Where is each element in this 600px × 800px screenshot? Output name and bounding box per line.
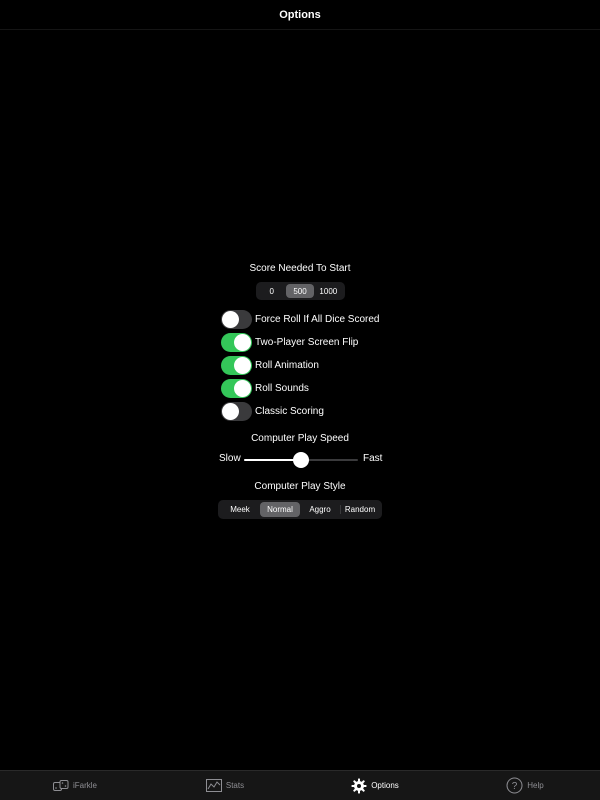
switch-knob <box>234 356 251 374</box>
slider-thumb[interactable] <box>293 452 309 468</box>
tab-ifarkle[interactable]: iFarkle <box>0 771 150 800</box>
tab-bar: iFarkle Stats Options ? Help <box>0 770 600 800</box>
options-panel: Score Needed To Start 0 500 1000 Force R… <box>0 262 600 519</box>
toggle-list: Force Roll If All Dice Scored Two-Player… <box>0 309 600 421</box>
score-needed-label: Score Needed To Start <box>249 263 351 274</box>
chart-icon <box>205 779 222 792</box>
roll-sounds-label: Roll Sounds <box>255 382 309 394</box>
switch-knob <box>222 310 239 328</box>
help-icon: ? <box>506 777 523 794</box>
roll-animation-switch[interactable] <box>221 355 252 375</box>
roll-animation-label: Roll Animation <box>255 359 319 371</box>
page-title: Options <box>279 8 321 21</box>
tab-label: Help <box>527 781 544 790</box>
score-option-500[interactable]: 500 <box>285 284 315 298</box>
score-option-1000[interactable]: 1000 <box>314 284 342 298</box>
screen-flip-label: Two-Player Screen Flip <box>255 336 359 348</box>
play-style-label: Computer Play Style <box>254 481 346 492</box>
play-speed-slider-row: Slow Fast <box>0 450 600 470</box>
style-option-meek[interactable]: Meek <box>220 502 260 517</box>
force-roll-switch[interactable] <box>221 309 252 329</box>
switch-knob <box>234 333 251 351</box>
toggle-row-classic-scoring: Classic Scoring <box>221 401 324 421</box>
slider-min-label: Slow <box>219 453 241 464</box>
svg-text:?: ? <box>512 781 518 792</box>
toggle-row-roll-animation: Roll Animation <box>221 355 319 375</box>
roll-sounds-switch[interactable] <box>221 378 252 398</box>
toggle-row-screen-flip: Two-Player Screen Flip <box>221 332 358 352</box>
score-segmented-control: 0 500 1000 <box>255 282 345 300</box>
gear-icon <box>351 778 367 794</box>
style-option-aggro[interactable]: Aggro <box>300 502 340 517</box>
force-roll-label: Force Roll If All Dice Scored <box>255 313 380 325</box>
tab-label: Stats <box>225 781 245 790</box>
play-speed-slider[interactable] <box>244 452 358 468</box>
navigation-bar: Options <box>0 0 600 30</box>
classic-scoring-label: Classic Scoring <box>255 405 324 417</box>
style-segmented-control: Meek Normal Aggro Random <box>218 500 382 519</box>
slider-max-label: Fast <box>363 453 383 464</box>
switch-knob <box>234 379 251 397</box>
screen-flip-switch[interactable] <box>221 332 252 352</box>
play-speed-label: Computer Play Speed <box>251 433 349 444</box>
style-option-normal[interactable]: Normal <box>260 502 300 517</box>
toggle-row-force-roll: Force Roll If All Dice Scored <box>221 309 380 329</box>
style-option-random[interactable]: Random <box>340 502 380 517</box>
dice-icon <box>52 779 69 792</box>
tab-stats[interactable]: Stats <box>150 771 300 800</box>
toggle-row-roll-sounds: Roll Sounds <box>221 378 309 398</box>
tab-label: Options <box>371 781 399 790</box>
switch-knob <box>222 402 239 420</box>
score-option-0[interactable]: 0 <box>258 284 286 298</box>
tab-options[interactable]: Options <box>300 771 450 800</box>
tab-help[interactable]: ? Help <box>450 771 600 800</box>
classic-scoring-switch[interactable] <box>221 401 252 421</box>
tab-label: iFarkle <box>72 781 97 790</box>
